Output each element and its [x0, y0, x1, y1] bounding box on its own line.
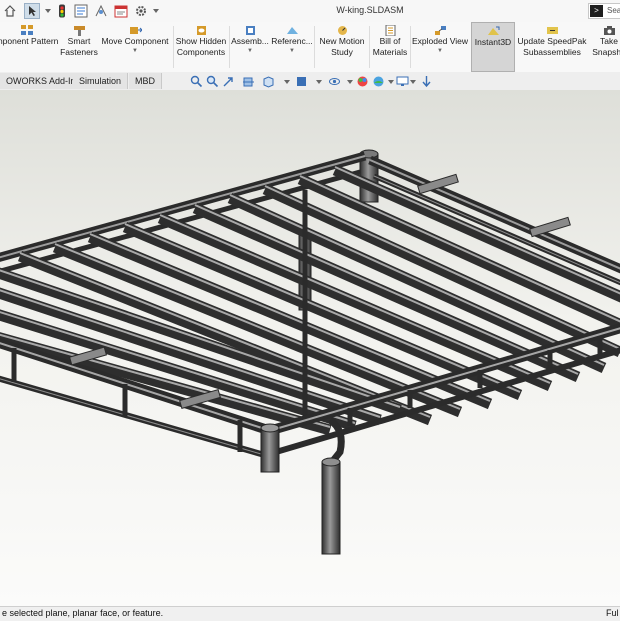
assembly-features-dropdown-icon[interactable]: ▼	[230, 48, 270, 55]
component-pattern-button[interactable]: mponent Pattern	[0, 22, 60, 72]
move-component-icon	[129, 27, 142, 34]
command-manager-ribbon: mponent Pattern Smart Fasteners Move Com…	[0, 22, 620, 73]
view-settings-dropdown-icon[interactable]	[410, 75, 416, 88]
search-input[interactable]: > Sea	[588, 3, 620, 19]
take-snapshot-button[interactable]: Take Snapsho	[589, 22, 620, 72]
take-snapshot-label: Take Snapsho	[592, 36, 620, 57]
show-hidden-components-label: Show Hidden Components	[175, 36, 227, 57]
smart-fasteners-label: Smart Fasteners	[60, 36, 98, 57]
move-component-dropdown-icon[interactable]: ▼	[98, 48, 172, 55]
exploded-view-dropdown-icon[interactable]: ▼	[411, 48, 469, 55]
options-gear-icon[interactable]	[133, 3, 149, 19]
move-component-button[interactable]: Move Component ▼	[98, 22, 172, 72]
instant3d-label: Instant3D	[474, 37, 512, 47]
document-title: W-king.SLDASM	[336, 5, 404, 15]
tab-simulation[interactable]: Simulation	[73, 73, 129, 89]
zoom-area-icon[interactable]	[206, 75, 219, 88]
tab-mbd[interactable]: MBD	[129, 73, 162, 89]
bed-frame-model[interactable]	[0, 90, 620, 606]
hide-show-items-icon[interactable]	[328, 75, 341, 88]
status-fullscreen-label[interactable]: Ful	[606, 608, 619, 618]
home-icon[interactable]	[2, 3, 18, 19]
instant3d-icon	[487, 26, 499, 35]
new-motion-study-icon	[337, 26, 347, 35]
front-corner-post[interactable]	[260, 427, 280, 473]
file-properties-icon[interactable]	[73, 3, 89, 19]
options-dropdown-chevron-icon[interactable]	[148, 3, 164, 19]
apply-scene-icon[interactable]	[372, 75, 385, 88]
show-hidden-components-button[interactable]: Show Hidden Components	[174, 22, 228, 72]
instant3d-button[interactable]: Instant3D	[471, 22, 515, 72]
assembly-features-icon	[245, 26, 255, 35]
exploded-view-icon	[434, 26, 446, 35]
view-settings-icon[interactable]	[396, 75, 409, 88]
graphics-area[interactable]	[0, 90, 620, 606]
assembly-features-button[interactable]: Assemb... ▼	[230, 22, 270, 72]
command-manager-tabs: OWORKS Add-Ins Simulation MBD	[0, 72, 620, 91]
assembly-features-label: Assemb...	[231, 36, 269, 46]
new-motion-study-button[interactable]: New Motion Study	[315, 22, 369, 72]
component-pattern-icon	[20, 25, 33, 35]
camera-icon	[603, 26, 615, 35]
drawing-icon[interactable]	[93, 3, 109, 19]
search-placeholder: Sea	[607, 6, 620, 15]
new-motion-study-label: New Motion Study	[319, 36, 365, 57]
reference-geometry-button[interactable]: Referenc... ▼	[270, 22, 314, 72]
bill-of-materials-icon	[385, 25, 395, 36]
edit-appearance-icon[interactable]	[356, 75, 369, 88]
previous-view-icon[interactable]	[222, 75, 235, 88]
bill-of-materials-button[interactable]: Bill of Materials	[370, 22, 410, 72]
view-orientation-dropdown-icon[interactable]	[284, 75, 290, 88]
update-speedpak-label: Update SpeedPak Subassemblies	[517, 36, 587, 57]
component-pattern-label: mponent Pattern	[0, 36, 59, 46]
status-bar: e selected plane, planar face, or featur…	[0, 606, 620, 621]
bill-of-materials-label: Bill of Materials	[372, 36, 408, 57]
apply-scene-dropdown-icon[interactable]	[388, 75, 394, 88]
zoom-to-fit-icon[interactable]	[190, 75, 203, 88]
exploded-view-label: Exploded View	[411, 36, 469, 46]
smart-fasteners-button[interactable]: Smart Fasteners	[60, 22, 98, 72]
select-arrow-icon[interactable]	[24, 3, 40, 19]
section-view-icon[interactable]	[242, 75, 255, 88]
title-bar: W-king.SLDASM > Sea	[0, 0, 620, 23]
move-component-label: Move Component	[101, 36, 169, 46]
exploded-view-button[interactable]: Exploded View ▼	[411, 22, 469, 72]
display-style-dropdown-icon[interactable]	[316, 75, 322, 88]
display-pane-icon[interactable]	[420, 75, 433, 88]
view-orientation-icon[interactable]	[262, 75, 275, 88]
hide-show-dropdown-icon[interactable]	[347, 75, 353, 88]
update-speedpak-button[interactable]: Update SpeedPak Subassemblies	[516, 22, 588, 72]
status-message: e selected plane, planar face, or featur…	[2, 608, 164, 618]
show-hidden-components-icon	[196, 26, 206, 35]
reference-geometry-icon	[286, 27, 298, 34]
display-style-icon[interactable]	[295, 75, 308, 88]
update-speedpak-icon	[546, 27, 558, 34]
smart-fasteners-icon	[73, 26, 85, 36]
print-icon[interactable]	[113, 3, 129, 19]
search-command-icon: >	[590, 5, 603, 17]
center-foot-leg[interactable]	[321, 461, 341, 555]
reference-geometry-dropdown-icon[interactable]: ▼	[270, 48, 314, 55]
rebuild-traffic-light-icon[interactable]	[54, 3, 70, 19]
leg-bracket	[327, 417, 345, 465]
reference-geometry-label: Referenc...	[271, 36, 313, 46]
